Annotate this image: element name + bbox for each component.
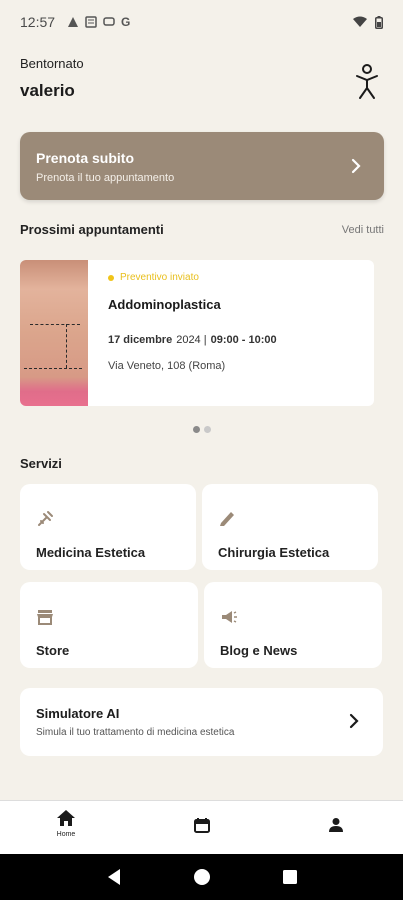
pager-dot[interactable] [204, 426, 211, 433]
megaphone-icon [222, 611, 237, 623]
service-label: Store [36, 643, 70, 658]
calendar-icon [194, 818, 210, 833]
nav-profile[interactable] [328, 817, 344, 833]
appointment-address: Via Veneto, 108 (Roma) [108, 360, 226, 372]
nav-calendar[interactable] [194, 817, 210, 833]
bottom-navigation: Home [0, 800, 403, 854]
see-all-link[interactable]: Vedi tutti [342, 224, 384, 236]
services-title: Servizi [20, 456, 62, 471]
appointment-image [20, 260, 88, 406]
brand-logo-icon [356, 64, 378, 99]
google-icon: G [121, 15, 131, 29]
nav-home-label: Home [56, 831, 76, 838]
system-navigation-bar [0, 854, 403, 900]
user-name: valerio [20, 81, 75, 100]
appointments-header: Prossimi appuntamenti Vedi tutti [20, 222, 384, 237]
chat-icon [103, 17, 115, 26]
chevron-right-icon [351, 158, 361, 174]
service-blog-news[interactable]: Blog e News [204, 582, 382, 668]
simulator-title: Simulatore AI [36, 706, 120, 721]
recents-icon[interactable] [282, 869, 298, 885]
scalpel-icon [220, 512, 234, 526]
welcome-label: Bentornato [20, 56, 84, 71]
simulator-subtitle: Simula il tuo trattamento di medicina es… [36, 727, 235, 738]
home-icon [57, 810, 75, 826]
service-chirurgia-estetica[interactable]: Chirurgia Estetica [202, 484, 378, 570]
appointment-status: Preventivo inviato [108, 272, 356, 283]
service-label: Blog e News [220, 643, 298, 658]
book-now-card[interactable]: Prenota subito Prenota il tuo appuntamen… [20, 132, 384, 200]
book-now-subtitle: Prenota il tuo appuntamento [36, 172, 175, 184]
service-label: Medicina Estetica [36, 545, 146, 560]
home-circle-icon[interactable] [193, 868, 211, 886]
welcome-header: Bentornato valerio [20, 56, 84, 101]
notes-icon [85, 16, 97, 28]
store-icon [37, 610, 53, 625]
carousel-pager [193, 426, 211, 433]
pager-dot-active[interactable] [193, 426, 200, 433]
appointment-title: Addominoplastica [108, 297, 221, 312]
status-label: Preventivo inviato [120, 272, 199, 283]
book-now-title: Prenota subito [36, 150, 135, 166]
status-bar: 12:57 G [0, 0, 403, 44]
battery-icon [375, 15, 383, 29]
services-header: Servizi [20, 456, 384, 471]
appointment-time: 09:00 - 10:00 [210, 334, 277, 346]
chevron-right-icon [349, 713, 359, 729]
nav-home[interactable]: Home [56, 809, 76, 838]
appointment-datetime: 17 dicembre 2024 | 09:00 - 10:00 [108, 334, 356, 346]
status-time: 12:57 [20, 14, 56, 30]
service-medicina-estetica[interactable]: Medicina Estetica [20, 484, 196, 570]
person-icon [329, 818, 343, 832]
ai-simulator-card[interactable]: Simulatore AI Simula il tuo trattamento … [20, 688, 383, 756]
service-store[interactable]: Store [20, 582, 198, 668]
notification-icons: G [67, 15, 130, 29]
wifi-icon [353, 16, 367, 27]
appointments-title: Prossimi appuntamenti [20, 222, 164, 237]
service-label: Chirurgia Estetica [218, 545, 330, 560]
status-dot [108, 274, 114, 281]
back-icon[interactable] [106, 868, 122, 886]
appointment-year: 2024 | [176, 334, 207, 346]
syringe-icon [38, 511, 53, 526]
appointment-card[interactable]: Preventivo inviato Addominoplastica 17 d… [20, 260, 374, 406]
alert-icon [68, 17, 79, 27]
appointment-date: 17 dicembre [108, 334, 173, 346]
